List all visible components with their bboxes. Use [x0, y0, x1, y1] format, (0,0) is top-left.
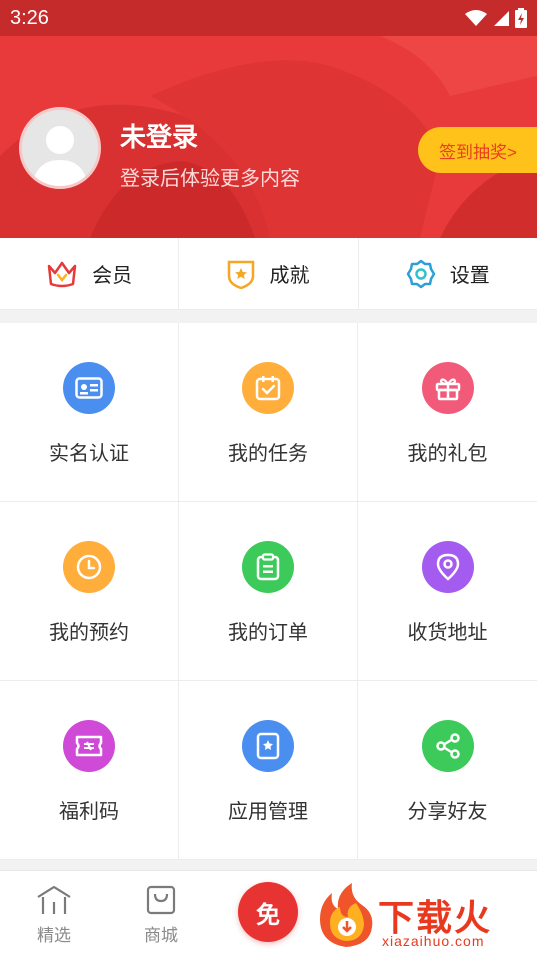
- quick-item-label: 成就: [269, 265, 310, 287]
- nav-mall-label: 商城: [144, 926, 178, 945]
- quick-item-member[interactable]: 会员: [0, 238, 178, 309]
- status-bar: 3:26: [0, 0, 537, 36]
- avatar[interactable]: [19, 107, 101, 189]
- default-avatar-icon: [22, 110, 98, 186]
- grid-item-my-reservations[interactable]: 我的预约: [0, 502, 179, 681]
- user-name[interactable]: 未登录: [120, 117, 198, 154]
- nav-mall[interactable]: 商城: [131, 885, 191, 946]
- quick-item-achievement[interactable]: 成就: [178, 238, 357, 309]
- grid-item-label: 福利码: [59, 801, 119, 823]
- grid-item-label: 分享好友: [407, 801, 488, 823]
- checkin-lottery-button[interactable]: 签到抽奖>: [418, 127, 537, 173]
- nav-featured-label: 精选: [37, 926, 71, 945]
- quick-links: 会员 成就 设置: [0, 238, 537, 310]
- free-button[interactable]: 免: [238, 882, 298, 942]
- grid-item-share-friends[interactable]: 分享好友: [358, 681, 537, 860]
- feature-grid: 实名认证 我的任务 我的礼包 我的预约 我的订单 收货地址 福利码 应用管理 分…: [0, 323, 537, 860]
- grid-item-my-gifts[interactable]: 我的礼包: [358, 323, 537, 502]
- gift-icon: [421, 362, 474, 414]
- flame-logo-icon: [320, 883, 373, 947]
- signal-icon: [494, 11, 509, 26]
- task-icon: [242, 362, 294, 414]
- grid-item-label: 我的礼包: [407, 443, 488, 465]
- grid-item-my-orders[interactable]: 我的订单: [179, 502, 358, 681]
- quick-item-settings[interactable]: 设置: [357, 238, 537, 309]
- ticket-icon: [63, 720, 115, 772]
- grid-item-welfare-code[interactable]: 福利码: [0, 681, 179, 860]
- grid-item-app-management[interactable]: 应用管理: [179, 681, 358, 860]
- grid-item-label: 我的预约: [49, 622, 129, 644]
- bottom-navigation: 精选 商城 免 下载火 xiazaihuo.com: [0, 870, 537, 954]
- profile-header: 未登录 登录后体验更多内容 签到抽奖>: [0, 36, 537, 238]
- id-card-icon: [63, 362, 115, 414]
- badge-icon: [228, 260, 255, 289]
- grid-item-label: 我的任务: [228, 443, 308, 465]
- home-icon: [37, 885, 71, 914]
- status-time: 3:26: [10, 6, 49, 29]
- crown-icon: [47, 261, 77, 287]
- order-icon: [242, 541, 294, 593]
- location-icon: [421, 541, 474, 593]
- gear-icon: [406, 259, 436, 288]
- login-prompt[interactable]: 登录后体验更多内容: [120, 162, 300, 191]
- grid-item-my-tasks[interactable]: 我的任务: [179, 323, 358, 502]
- watermark: 下载火 xiazaihuo.com: [316, 881, 536, 951]
- watermark-url: xiazaihuo.com: [382, 933, 485, 949]
- quick-item-label: 会员: [92, 265, 133, 287]
- profile-screen: 3:26 未登录 登录后体验更多内容 签到抽奖> 会员 成就 设置 实名认证 我…: [0, 0, 537, 954]
- status-icons: [465, 8, 527, 28]
- battery-icon: [515, 8, 527, 28]
- grid-item-real-name-verification[interactable]: 实名认证: [0, 323, 179, 502]
- nav-featured[interactable]: 精选: [24, 885, 84, 946]
- app-manage-icon: [242, 720, 294, 772]
- grid-item-shipping-address[interactable]: 收货地址: [358, 502, 537, 681]
- shopping-bag-icon: [146, 885, 176, 915]
- grid-item-label: 应用管理: [228, 801, 308, 823]
- grid-item-label: 我的订单: [228, 622, 308, 644]
- grid-item-label: 收货地址: [407, 622, 488, 644]
- wifi-icon: [465, 10, 487, 26]
- grid-item-label: 实名认证: [49, 443, 129, 465]
- share-icon: [421, 720, 474, 772]
- quick-item-label: 设置: [449, 265, 490, 287]
- clock-icon: [63, 541, 115, 593]
